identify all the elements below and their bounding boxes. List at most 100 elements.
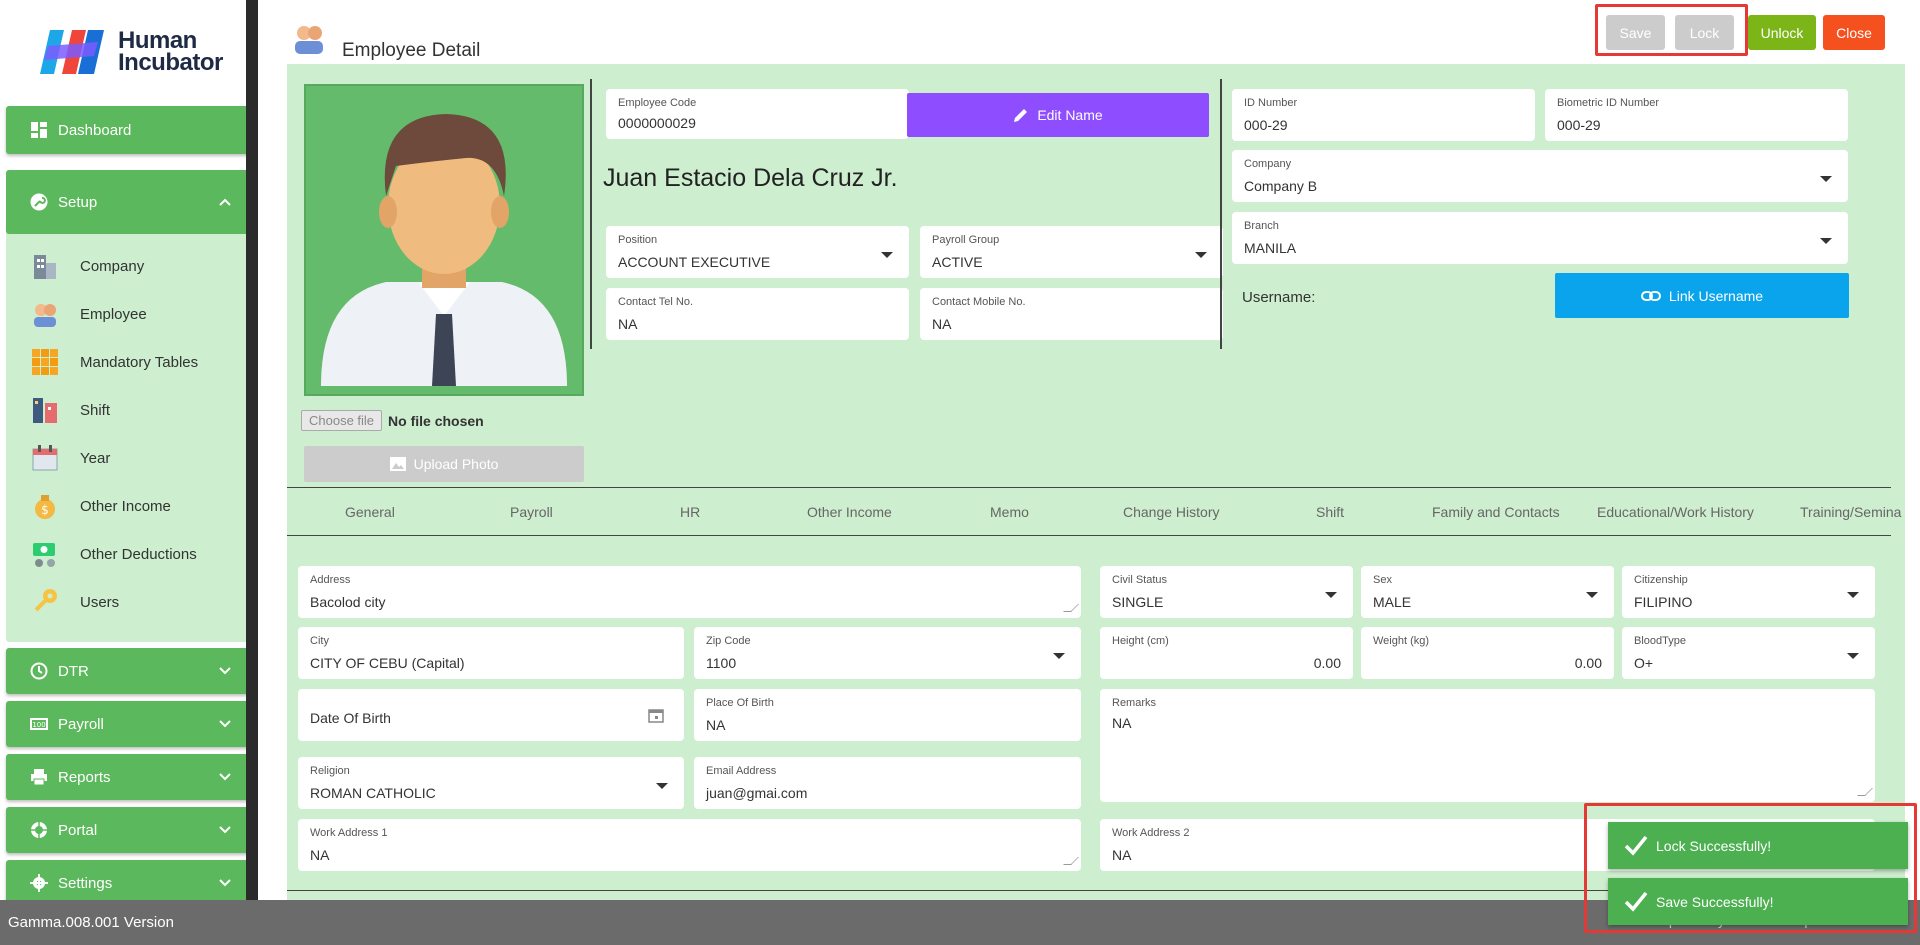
tab-change-history[interactable]: Change History — [1123, 504, 1220, 520]
link-username-label: Link Username — [1668, 287, 1764, 304]
logo-mark-icon — [40, 30, 104, 74]
field-value: NA — [1112, 847, 1132, 863]
setup-item-label: Mandatory Tables — [80, 353, 199, 371]
gear-icon — [30, 874, 48, 892]
link-username-button[interactable]: Link Username — [1555, 273, 1849, 318]
work-address-1-field[interactable]: Work Address 1 NA — [298, 819, 1081, 871]
choose-file-button[interactable]: Choose file — [301, 410, 383, 431]
civil-status-select[interactable]: Civil Status SINGLE — [1100, 566, 1353, 618]
lock-button[interactable]: Lock — [1675, 15, 1734, 50]
sidebar: Human Incubator Dashboard Setup Company … — [0, 0, 258, 900]
dashboard-icon — [31, 122, 47, 138]
address-field[interactable]: Address Bacolod city — [298, 566, 1081, 618]
zip-code-select[interactable]: Zip Code 1100 — [694, 627, 1081, 679]
top-bar: Employee Detail Save Lock Unlock Close — [275, 0, 1920, 64]
tab-other-income[interactable]: Other Income — [807, 504, 892, 520]
field-value: Company B — [1244, 178, 1318, 194]
sidebar-item-payroll[interactable]: 100 Payroll — [6, 701, 246, 747]
setup-item-other-deductions[interactable]: Other Deductions — [30, 536, 197, 572]
deduction-icon — [33, 543, 55, 567]
upload-photo-button[interactable]: Upload Photo — [304, 446, 584, 482]
sidebar-item-dtr[interactable]: DTR — [6, 648, 246, 694]
resize-handle-icon[interactable] — [1063, 604, 1079, 612]
id-number-field[interactable]: ID Number 000-29 — [1232, 89, 1535, 141]
company-select[interactable]: Company Company B — [1232, 150, 1848, 202]
setup-item-other-income[interactable]: $ Other Income — [30, 488, 171, 524]
clock-icon — [30, 662, 48, 680]
field-label: Remarks — [1112, 697, 1157, 709]
field-value: ACCOUNT EXECUTIVE — [618, 254, 771, 270]
divider — [287, 535, 1891, 536]
field-label: Branch — [1244, 220, 1279, 232]
sex-select[interactable]: Sex MALE — [1361, 566, 1614, 618]
save-button[interactable]: Save — [1606, 15, 1665, 50]
resize-handle-icon[interactable] — [1857, 788, 1873, 796]
employee-code-field[interactable]: Employee Code 0000000029 — [606, 89, 909, 139]
setup-item-company[interactable]: Company — [30, 248, 144, 284]
position-select[interactable]: Position ACCOUNT EXECUTIVE — [606, 226, 909, 278]
religion-select[interactable]: Religion ROMAN CATHOLIC — [298, 757, 684, 809]
field-value: MALE — [1373, 594, 1412, 610]
email-field[interactable]: Email Address juan@gmai.com — [694, 757, 1081, 809]
sidebar-item-setup[interactable]: Setup — [6, 170, 246, 234]
field-label: Sex — [1373, 574, 1392, 586]
remarks-field[interactable]: Remarks NA — [1100, 689, 1875, 802]
tab-hr[interactable]: HR — [680, 504, 700, 520]
field-value: NA — [706, 717, 726, 733]
tab-training-seminar[interactable]: Training/Semina — [1800, 504, 1901, 520]
close-button[interactable]: Close — [1823, 15, 1885, 50]
tab-educational-work-history[interactable]: Educational/Work History — [1597, 504, 1754, 520]
branch-select[interactable]: Branch MANILA — [1232, 212, 1848, 264]
field-value: juan@gmai.com — [706, 785, 808, 801]
calendar-icon[interactable] — [648, 707, 664, 723]
place-of-birth-field[interactable]: Place Of Birth NA — [694, 689, 1081, 741]
sidebar-item-dashboard[interactable]: Dashboard — [6, 106, 246, 154]
citizenship-select[interactable]: Citizenship FILIPINO — [1622, 566, 1875, 618]
date-of-birth-input[interactable]: Date Of Birth — [298, 689, 684, 741]
setup-item-label: Users — [80, 593, 120, 611]
toast-lock-success[interactable]: Lock Successfully! — [1608, 822, 1908, 869]
tab-memo[interactable]: Memo — [990, 504, 1029, 520]
resize-handle-icon[interactable] — [1063, 857, 1079, 865]
portal-icon — [31, 822, 47, 838]
height-field[interactable]: Height (cm) 0.00 — [1100, 627, 1353, 679]
setup-item-employee[interactable]: Employee — [30, 296, 147, 332]
sidebar-item-portal[interactable]: Portal — [6, 807, 246, 853]
upload-photo-label: Upload Photo — [413, 456, 499, 472]
setup-item-users[interactable]: Users — [30, 584, 119, 620]
toast-save-success[interactable]: Save Successfully! — [1608, 878, 1908, 925]
setup-item-label: Other Income — [80, 497, 171, 515]
tab-shift[interactable]: Shift — [1316, 504, 1344, 520]
tab-payroll[interactable]: Payroll — [510, 504, 553, 520]
caret-down-icon — [1847, 592, 1859, 598]
tab-family-contacts[interactable]: Family and Contacts — [1432, 504, 1560, 520]
version-text: Gamma.008.001 Version — [8, 914, 174, 931]
biometric-id-field[interactable]: Biometric ID Number 000-29 — [1545, 89, 1848, 141]
contact-tel-field[interactable]: Contact Tel No. NA — [606, 288, 909, 340]
sidebar-item-reports[interactable]: Reports — [6, 754, 246, 800]
field-value: NA — [932, 316, 952, 332]
field-value: 0000000029 — [618, 115, 696, 131]
city-field[interactable]: City CITY OF CEBU (Capital) — [298, 627, 684, 679]
sidebar-item-label: Portal — [58, 821, 98, 839]
edit-name-button[interactable]: Edit Name — [907, 93, 1209, 137]
setup-item-mandatory-tables[interactable]: Mandatory Tables — [30, 344, 198, 380]
caret-down-icon — [1053, 653, 1065, 659]
sidebar-item-settings[interactable]: Settings — [6, 860, 246, 900]
unlock-button[interactable]: Unlock — [1748, 15, 1816, 50]
divider — [287, 487, 1891, 488]
check-icon — [1624, 835, 1648, 856]
no-file-text: No file chosen — [388, 412, 484, 429]
bloodtype-select[interactable]: BloodType O+ — [1622, 627, 1875, 679]
contact-mobile-field[interactable]: Contact Mobile No. NA — [920, 288, 1223, 340]
payroll-group-select[interactable]: Payroll Group ACTIVE — [920, 226, 1223, 278]
setup-item-year[interactable]: Year — [30, 440, 110, 476]
caret-down-icon — [1586, 592, 1598, 598]
setup-item-shift[interactable]: Shift — [30, 392, 110, 428]
field-value: NA — [1112, 715, 1132, 731]
field-value: FILIPINO — [1634, 594, 1693, 610]
chevron-up-icon — [219, 198, 231, 206]
chevron-down-icon — [219, 773, 231, 781]
weight-field[interactable]: Weight (kg) 0.00 — [1361, 627, 1614, 679]
tab-general[interactable]: General — [345, 504, 395, 520]
